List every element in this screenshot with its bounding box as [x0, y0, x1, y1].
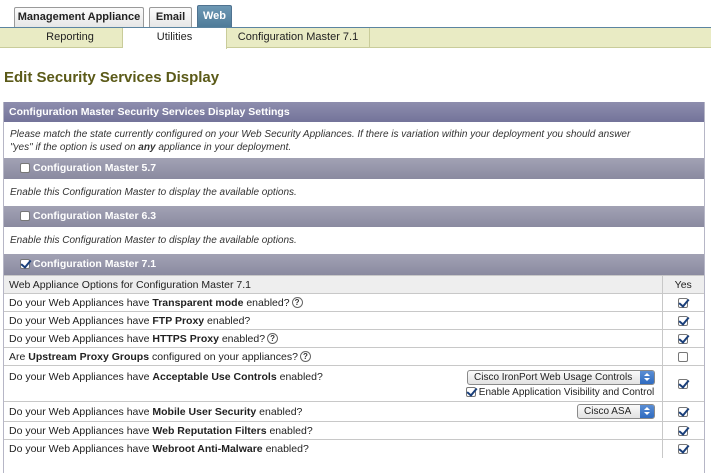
tab-management-appliance[interactable]: Management Appliance [14, 7, 144, 27]
transparent-mode-checkbox[interactable] [678, 297, 689, 308]
options-table-header: Web Appliance Options for Configuration … [4, 275, 704, 294]
intro-bold-any: any [138, 142, 156, 153]
acceptable-use-select[interactable]: Cisco IronPort Web Usage Controls [467, 370, 655, 385]
panel-header: Configuration Master Security Services D… [4, 102, 704, 122]
mobile-security-select[interactable]: Cisco ASA [577, 404, 655, 419]
intro-text-3: appliance in your deployment. [158, 142, 292, 153]
avc-checkbox[interactable] [466, 387, 476, 398]
option-https-proxy: Do your Web Appliances have HTTPS Proxy … [4, 329, 662, 348]
top-tab-bar: Management Appliance Email Web [0, 0, 711, 28]
tab-email[interactable]: Email [149, 7, 192, 27]
help-icon[interactable]: ? [299, 351, 311, 363]
help-icon[interactable]: ? [267, 333, 279, 345]
options-header-yes: Yes [661, 275, 704, 294]
avc-label: Enable Application Visibility and Contro… [478, 387, 655, 398]
table-row: Do your Web Appliances have Mobile User … [4, 401, 704, 422]
option-webroot-anti-malware: Do your Web Appliances have Webroot Anti… [4, 439, 662, 458]
option-transparent-mode: Do your Web Appliances have Transparent … [4, 293, 662, 312]
settings-panel: Configuration Master Security Services D… [3, 102, 705, 473]
web-reputation-checkbox[interactable] [678, 425, 689, 436]
config-master-7-1-label: Configuration Master 7.1 [33, 258, 157, 270]
panel-intro: Please match the state currently configu… [4, 122, 704, 158]
tab-web[interactable]: Web [197, 5, 232, 28]
config-master-6-3-checkbox[interactable] [20, 211, 30, 221]
subnav-reporting[interactable]: Reporting [18, 28, 123, 48]
config-master-7-1-header: Configuration Master 7.1 [4, 254, 704, 275]
sub-navigation: Reporting Utilities Configuration Master… [0, 28, 711, 49]
intro-text-2: "yes" if the option is used on [10, 142, 136, 153]
help-icon[interactable]: ? [291, 297, 303, 309]
option-mobile-user-security: Do your Web Appliances have Mobile User … [4, 401, 662, 422]
config-master-7-1-checkbox[interactable] [20, 259, 30, 269]
option-acceptable-use-controls: Do your Web Appliances have Acceptable U… [4, 365, 662, 402]
select-arrow-icon [640, 405, 654, 418]
config-master-6-3-label: Configuration Master 6.3 [33, 210, 157, 222]
config-master-5-7-checkbox[interactable] [20, 163, 30, 173]
config-master-5-7-description: Enable this Configuration Master to disp… [10, 187, 297, 198]
table-row: Do your Web Appliances have Webroot Anti… [4, 439, 704, 458]
intro-text-1: Please match the state currently configu… [10, 129, 631, 140]
config-master-5-7-label: Configuration Master 5.7 [33, 162, 157, 174]
table-row: Do your Web Appliances have Web Reputati… [4, 421, 704, 440]
options-table: Web Appliance Options for Configuration … [4, 275, 704, 458]
ftp-proxy-checkbox[interactable] [678, 315, 689, 326]
table-row: Do your Web Appliances have HTTPS Proxy … [4, 329, 704, 348]
table-row: Are Upstream Proxy Groups configured on … [4, 347, 704, 366]
options-header-label: Web Appliance Options for Configuration … [4, 275, 662, 294]
https-proxy-checkbox[interactable] [678, 333, 689, 344]
upstream-proxy-groups-checkbox[interactable] [678, 351, 689, 362]
config-master-5-7-header: Configuration Master 5.7 [4, 158, 704, 179]
acceptable-use-checkbox[interactable] [678, 378, 689, 389]
subnav-configuration-master[interactable]: Configuration Master 7.1 [227, 28, 370, 48]
table-row: Do your Web Appliances have Acceptable U… [4, 365, 704, 402]
page-title: Edit Security Services Display [4, 69, 220, 86]
option-web-reputation-filters: Do your Web Appliances have Web Reputati… [4, 421, 662, 440]
table-row: Do your Web Appliances have FTP Proxy en… [4, 311, 704, 330]
select-arrow-icon [640, 371, 654, 384]
option-ftp-proxy: Do your Web Appliances have FTP Proxy en… [4, 311, 662, 330]
config-master-6-3-header: Configuration Master 6.3 [4, 206, 704, 227]
webroot-checkbox[interactable] [678, 443, 689, 454]
mobile-user-security-checkbox[interactable] [678, 406, 689, 417]
config-master-6-3-description: Enable this Configuration Master to disp… [10, 235, 297, 246]
subnav-utilities[interactable]: Utilities [123, 28, 227, 49]
option-upstream-proxy-groups: Are Upstream Proxy Groups configured on … [4, 347, 662, 366]
table-row: Do your Web Appliances have Transparent … [4, 293, 704, 312]
